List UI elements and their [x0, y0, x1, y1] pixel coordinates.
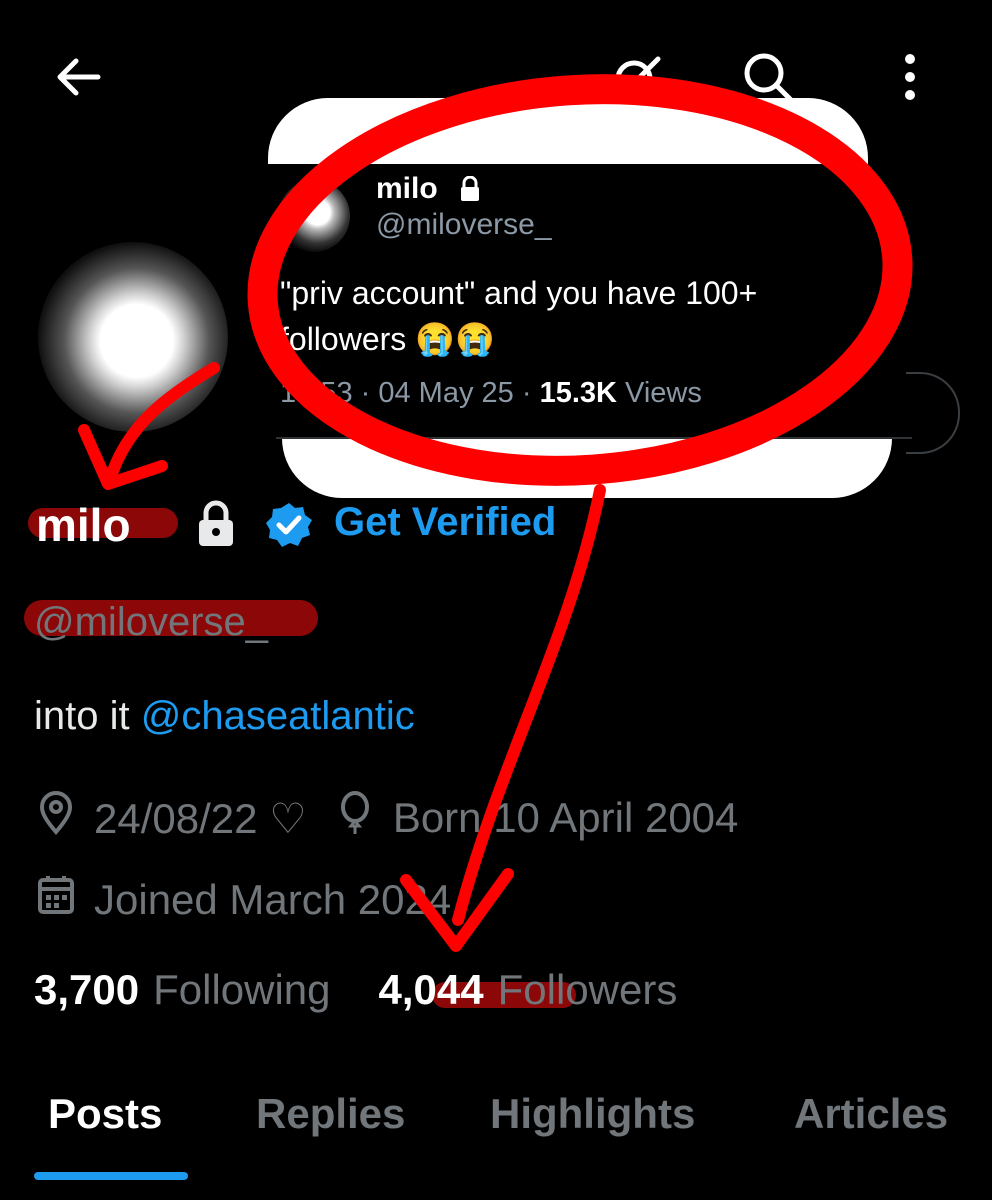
profile-birthday: Born 10 April 2004 — [392, 794, 739, 841]
embed-views-label: Views — [625, 377, 702, 409]
annotation-arrow-to-followers — [452, 484, 606, 926]
following-link[interactable]: 3,700 Following — [34, 966, 331, 1014]
embed-time: 10:53 — [280, 377, 353, 409]
tab-posts[interactable]: Posts — [48, 1090, 162, 1138]
profile-meta-row: 24/08/22 ♡ Born 10 April 2004 — [34, 790, 738, 846]
embed-divider — [276, 437, 912, 439]
following-count: 3,700 — [34, 966, 140, 1013]
embed-white-background-bottom — [282, 438, 892, 498]
tab-replies[interactable]: Replies — [256, 1090, 405, 1138]
profile-tabs: Posts Replies Highlights Articles — [0, 1090, 992, 1200]
followers-label: Followers — [497, 966, 678, 1013]
lock-icon — [194, 500, 238, 553]
location-pin-icon — [34, 790, 78, 846]
tab-highlights[interactable]: Highlights — [490, 1090, 695, 1138]
balloon-icon — [333, 790, 377, 846]
annotation-arrowhead-name — [78, 424, 168, 490]
lock-icon — [458, 175, 482, 207]
embed-date: 04 May 25 — [378, 377, 514, 409]
embed-avatar — [278, 180, 350, 252]
embed-author-name: milo — [376, 172, 438, 205]
embed-white-background-top — [268, 98, 868, 164]
profile-avatar[interactable] — [36, 240, 230, 434]
bio-text: into it — [34, 694, 141, 738]
get-verified-link[interactable]: Get Verified — [334, 500, 556, 545]
bio-mention-link[interactable]: @chaseatlantic — [141, 694, 415, 738]
embed-author-handle: @miloverse_ — [376, 208, 552, 241]
tab-articles[interactable]: Articles — [794, 1090, 948, 1138]
profile-handle: @miloverse_ — [34, 600, 269, 644]
follow-stats: 3,700 Following 4,044 Followers — [34, 966, 677, 1014]
profile-display-name: milo — [36, 499, 131, 551]
profile-bio: into it @chaseatlantic — [34, 694, 415, 739]
embed-tweet-meta: 10:53 · 04 May 25 · 15.3K Views — [280, 377, 702, 409]
profile-joined: Joined March 2024 — [94, 876, 452, 923]
calendar-icon — [34, 872, 78, 928]
back-arrow-icon[interactable] — [46, 45, 110, 109]
embed-views-value: 15.3K — [539, 377, 617, 409]
active-tab-indicator — [34, 1172, 188, 1180]
following-label: Following — [153, 966, 331, 1013]
profile-joined-row: Joined March 2024 — [34, 872, 451, 928]
followers-link[interactable]: 4,044 Followers — [379, 966, 678, 1014]
more-options-icon[interactable] — [876, 45, 940, 109]
followers-count: 4,044 — [378, 966, 484, 1013]
verified-badge-icon[interactable] — [264, 500, 314, 555]
edit-profile-button-edge[interactable] — [906, 372, 960, 454]
profile-location: 24/08/22 ♡ — [94, 794, 307, 842]
embed-tweet-text: "priv account" and you have 100+ followe… — [280, 275, 758, 357]
